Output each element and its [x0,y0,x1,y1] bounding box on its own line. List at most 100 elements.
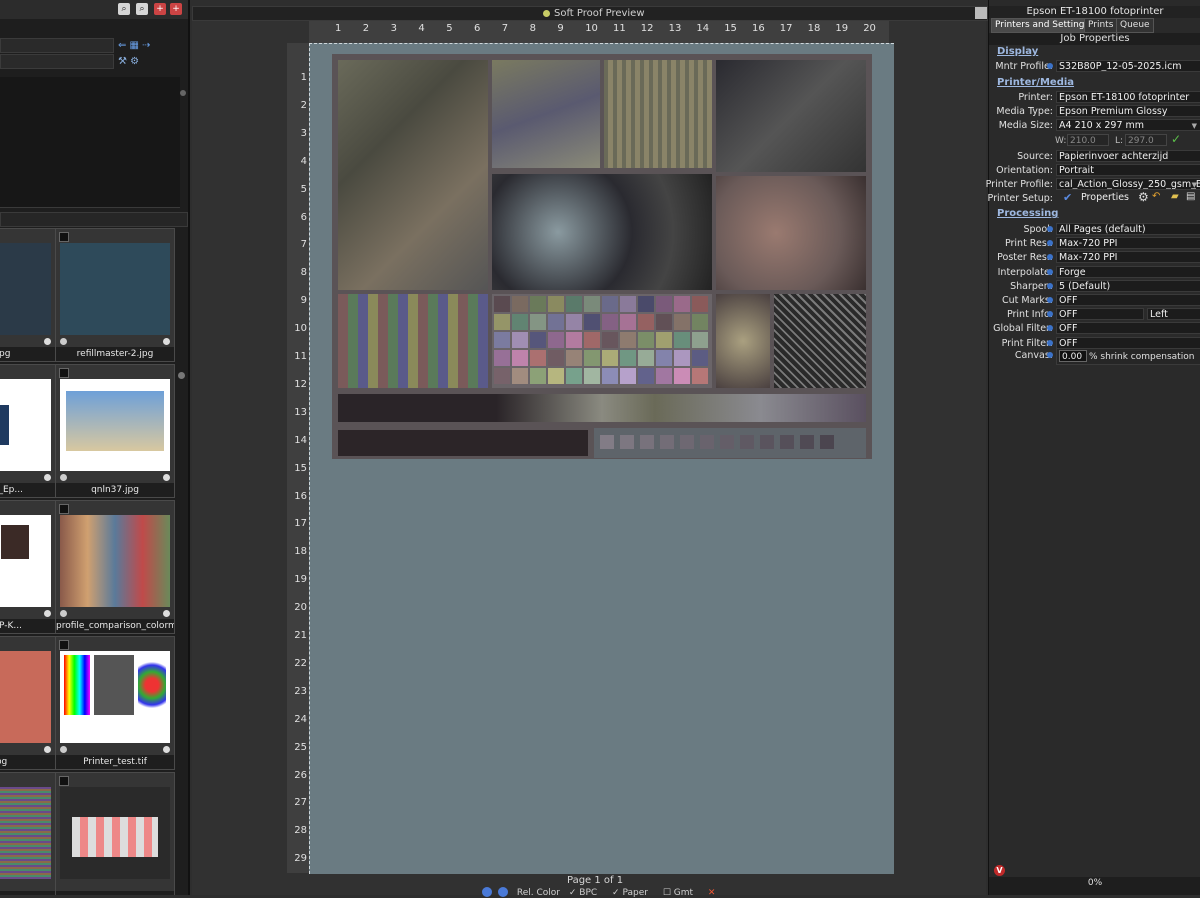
folder-icon[interactable]: ▰ [1171,191,1179,202]
thumbnail[interactable] [55,772,175,895]
printer-select[interactable]: Epson ET-18100 fotoprinter [1056,91,1200,103]
proof-controls: Rel. Color ✓ BPC ✓ Paper ☐ Gmt ✕ [482,887,721,898]
tab-prints[interactable]: Prints [1084,18,1118,33]
tools-icon[interactable]: ⚒ ⚙ [118,56,139,67]
thumbnail[interactable]: qnln37.jpg [55,364,175,498]
status-dot-icon [543,9,550,17]
thumbnail[interactable]: 5_gsm_Ep... [0,364,56,498]
processing-value[interactable]: OFF [1056,336,1200,349]
processing-value[interactable]: 5 (Default) [1056,279,1200,292]
info-icon[interactable] [60,474,67,481]
v-icon[interactable]: V [994,865,1005,876]
pin-icon[interactable] [44,474,51,481]
zoom-icon[interactable]: ⌕ [118,3,130,15]
select-checkbox[interactable] [59,368,69,378]
info-icon[interactable] [60,610,67,617]
pin-icon[interactable] [163,474,170,481]
info-icon[interactable] [60,746,67,753]
close-icon[interactable]: ✕ [708,888,716,898]
ruler-left-label: 14 [294,434,307,446]
folder-dropdown[interactable] [0,38,114,53]
thumbnail[interactable]: Printer_test.tif [55,636,175,770]
color-patch [548,350,564,366]
canvas-input[interactable]: 0.00 [1059,350,1087,362]
scrollbar-handle[interactable] [180,90,186,96]
collage-tile [338,60,488,290]
gear-icon[interactable]: ⚙ [1138,190,1149,204]
select-checkbox[interactable] [59,504,69,514]
printer-icon[interactable]: ▤ [1186,191,1195,202]
width-label: W: [1055,136,1067,146]
soft-proof-titlebar: Soft Proof Preview [192,6,988,21]
ruler-left-label: 7 [300,239,307,251]
thumbnail[interactable]: r-3.jpg [0,228,56,362]
processing-value[interactable]: Max-720 PPI [1056,237,1200,250]
pin-icon[interactable] [44,746,51,753]
pin-icon[interactable] [163,338,170,345]
filter-bar[interactable] [0,212,188,227]
ruler-top-label: 9 [557,23,564,34]
select-checkbox[interactable] [59,232,69,242]
processing-value[interactable]: OFF [1056,294,1200,306]
paper-checkbox[interactable]: ✓ Paper [612,888,654,898]
thumbnail[interactable]: on_OCP-K... [0,500,56,634]
intent-select[interactable]: Rel. Color [517,888,560,898]
color-patch [656,350,672,366]
refresh-icon[interactable] [482,887,492,897]
add-alt-icon[interactable]: + [170,3,182,15]
source-select[interactable]: Papierinvoer achterzijd [1056,150,1200,162]
processing-value[interactable]: OFF [1056,322,1200,335]
processing-value[interactable]: All Pages (default) [1056,223,1200,235]
printer-icon[interactable] [975,7,987,19]
color-patch [584,332,600,348]
undo-icon[interactable]: ↶ [1152,191,1160,202]
processing-value[interactable]: Max-720 PPI [1056,251,1200,264]
confirm-check-icon[interactable]: ✓ [1171,132,1181,146]
pin-icon[interactable] [44,338,51,345]
thumbnail[interactable]: profile_comparison_colorm... [55,500,175,634]
color-patch [530,314,546,330]
nav-back-icon[interactable]: ⇐ ▦ ⇢ [118,40,151,51]
printer-profile-select[interactable]: cal_Action_Glossy_250_gsm_Ep ▼ [1056,178,1200,190]
media-size-select[interactable]: A4 210 x 297 mm ▼ [1056,119,1200,131]
color-patch [512,350,528,366]
print-info-position-select[interactable]: Left [1147,308,1200,321]
processing-value[interactable]: OFF [1056,308,1144,321]
option-dot-icon [1047,63,1053,69]
info-icon[interactable] [60,338,67,345]
processing-value[interactable]: Forge [1056,265,1200,278]
thumbnail[interactable] [0,772,56,895]
ruler-top-label: 18 [807,23,821,34]
tab-printers-and-settings[interactable]: Printers and Settings [991,18,1094,33]
thumbnail-caption [56,891,174,895]
sync-icon[interactable] [498,887,508,897]
thumbnail-image [60,787,170,879]
properties-button[interactable]: Properties [1081,192,1129,203]
thumbnail[interactable]: refillmaster-2.jpg [55,228,175,362]
path-field[interactable] [0,54,114,69]
gamut-checkbox[interactable]: ☐ Gmt [663,888,699,898]
grid-scrollbar-handle[interactable] [178,372,185,379]
pin-icon[interactable] [163,746,170,753]
bpc-checkbox[interactable]: ✓ BPC [569,888,603,898]
pin-icon[interactable] [163,610,170,617]
color-patch [512,332,528,348]
monitor-profile-select[interactable]: S32B80P_12-05-2025.icm [1056,60,1200,72]
color-patch [692,314,708,330]
orientation-select[interactable]: Portrait [1056,164,1200,176]
add-icon[interactable]: + [154,3,166,15]
printer-title: Epson ET-18100 fotoprinter [989,6,1200,18]
monitor-profile-label: Mntr Profile: [995,61,1053,72]
search-icon[interactable]: ⌕ [136,3,148,15]
tab-queue[interactable]: Queue [1116,18,1154,33]
pin-icon[interactable] [44,610,51,617]
length-field[interactable]: 297.0 [1125,134,1167,146]
media-type-select[interactable]: Epson Premium Glossy [1056,105,1200,117]
processing-label: Cut Marks: [1002,295,1053,306]
width-field[interactable]: 210.0 [1067,134,1109,146]
select-checkbox[interactable] [59,640,69,650]
bpc-label: BPC [579,887,598,898]
select-checkbox[interactable] [59,776,69,786]
color-patch [638,296,654,312]
thumbnail[interactable]: d.jpg [0,636,56,770]
